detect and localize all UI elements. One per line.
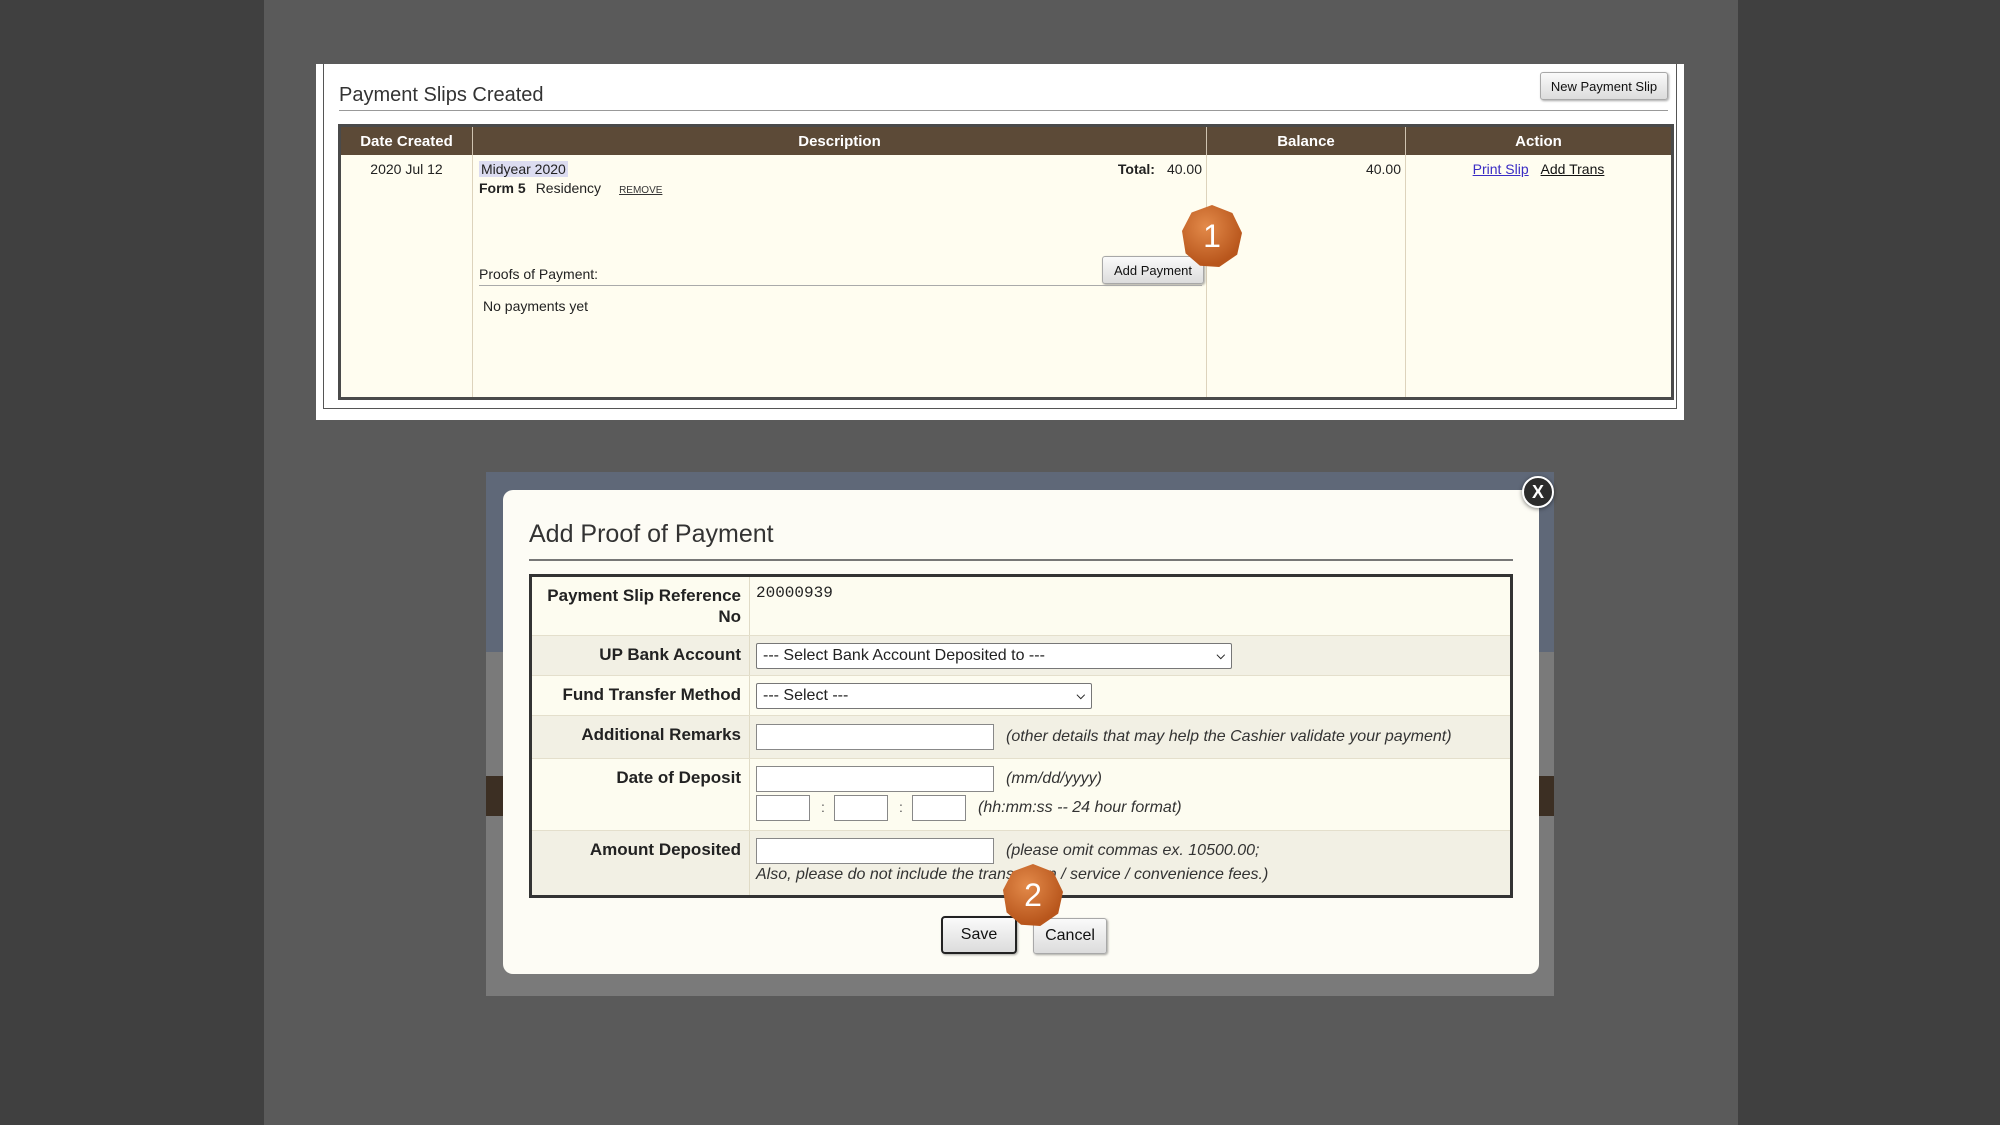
description-cell: Midyear 2020 Total: 40.00 Form 5 Residency… <box>473 155 1207 397</box>
chevron-down-icon: ⌵ <box>1216 649 1225 662</box>
payment-slips-panel: Payment Slips Created New Payment Slip D… <box>316 64 1684 420</box>
bank-account-select[interactable]: --- Select Bank Account Deposited to ---… <box>756 643 1232 669</box>
transfer-method-select-value: --- Select --- <box>763 687 849 704</box>
add-payment-button[interactable]: Add Payment <box>1102 256 1204 284</box>
reference-label: Payment Slip Reference No <box>532 577 750 635</box>
proofs-divider <box>479 285 1202 286</box>
bank-account-select-value: --- Select Bank Account Deposited to --- <box>763 647 1045 664</box>
remove-link[interactable]: REMOVE <box>619 185 662 196</box>
add-trans-link[interactable]: Add Trans <box>1541 161 1605 177</box>
date-input[interactable] <box>756 766 994 792</box>
modal-title-divider <box>529 559 1513 561</box>
print-slip-link[interactable]: Print Slip <box>1473 161 1529 177</box>
form-row-transfer-method: Fund Transfer Method --- Select --- ⌵ <box>532 676 1510 716</box>
form-row-bank-account: UP Bank Account --- Select Bank Account … <box>532 636 1510 676</box>
remarks-hint: (other details that may help the Cashier… <box>1006 728 1452 745</box>
minute-input[interactable] <box>834 795 888 821</box>
reference-value: 20000939 <box>756 584 833 602</box>
save-button[interactable]: Save <box>941 916 1017 954</box>
new-payment-slip-button[interactable]: New Payment Slip <box>1540 72 1668 100</box>
total-amount: Total: 40.00 <box>1118 161 1202 177</box>
remarks-label: Additional Remarks <box>532 716 750 758</box>
form-label: Form 5 <box>479 180 526 196</box>
form-row-date: Date of Deposit (mm/dd/yyyy) : : (hh:mm:… <box>532 759 1510 831</box>
table-header: Date Created Description Balance Action <box>341 127 1671 155</box>
form-row-remarks: Additional Remarks (other details that m… <box>532 716 1510 759</box>
section-title: Payment Slips Created <box>339 84 544 106</box>
table-row: 2020 Jul 12 Midyear 2020 Total: 40.00 For… <box>341 155 1671 397</box>
payment-slips-frame: Payment Slips Created New Payment Slip D… <box>323 64 1677 409</box>
amount-input[interactable] <box>756 838 994 864</box>
transfer-method-label: Fund Transfer Method <box>532 676 750 715</box>
date-label: Date of Deposit <box>532 759 750 830</box>
date-hint: (mm/dd/yyyy) <box>1006 770 1102 787</box>
second-input[interactable] <box>912 795 966 821</box>
form-row-reference: Payment Slip Reference No 20000939 <box>532 577 1510 636</box>
action-cell: Print Slip Add Trans <box>1406 155 1671 397</box>
amount-hint: (please omit commas ex. 10500.00; <box>1006 842 1260 859</box>
semester-label: Midyear 2020 <box>479 161 568 177</box>
time-hint: (hh:mm:ss -- 24 hour format) <box>978 799 1182 816</box>
proof-form: Payment Slip Reference No 20000939 UP Ba… <box>529 574 1513 898</box>
cancel-button[interactable]: Cancel <box>1033 918 1107 954</box>
hour-input[interactable] <box>756 795 810 821</box>
payment-slips-table: Date Created Description Balance Action … <box>338 124 1674 400</box>
close-icon[interactable]: X <box>1522 476 1554 508</box>
fee-type: Residency <box>535 180 602 196</box>
time-separator: : <box>821 799 825 815</box>
total-value: 40.00 <box>1166 161 1202 177</box>
column-header-description: Description <box>473 127 1207 155</box>
modal-title: Add Proof of Payment <box>529 520 774 548</box>
remarks-input[interactable] <box>756 724 994 750</box>
date-created-cell: 2020 Jul 12 <box>341 155 473 397</box>
total-label: Total: <box>1117 161 1155 177</box>
proofs-of-payment-label: Proofs of Payment: <box>479 266 599 282</box>
no-payments-text: No payments yet <box>483 298 589 314</box>
column-header-action: Action <box>1515 132 1562 150</box>
chevron-down-icon: ⌵ <box>1076 689 1085 702</box>
balance-cell: 40.00 <box>1207 155 1406 397</box>
amount-label: Amount Deposited <box>532 831 750 895</box>
transfer-method-select[interactable]: --- Select --- ⌵ <box>756 683 1092 709</box>
column-header-date: Date Created <box>341 127 473 155</box>
time-separator: : <box>899 799 903 815</box>
bank-account-label: UP Bank Account <box>532 636 750 675</box>
title-divider <box>339 110 1668 111</box>
column-header-balance: Balance <box>1207 127 1406 155</box>
